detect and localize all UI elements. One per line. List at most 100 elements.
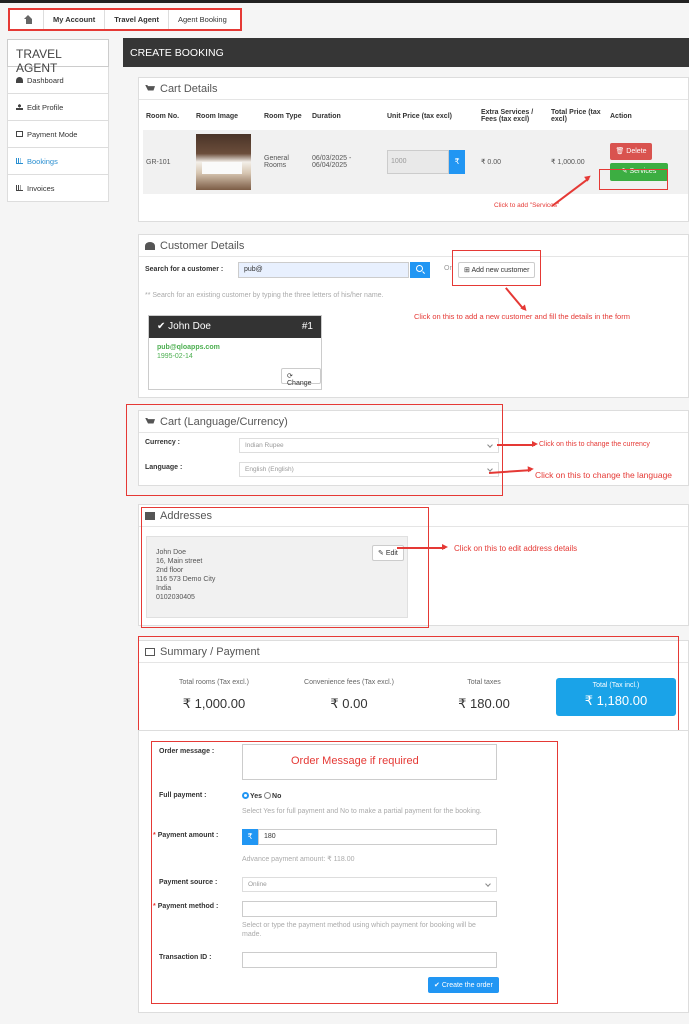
check-icon: ✔ (434, 982, 442, 989)
cart-icon (145, 417, 155, 424)
room-type: General Rooms (261, 130, 309, 194)
payment-amount-label: * Payment amount : (153, 832, 218, 839)
sidebar-item-label: Edit Profile (27, 102, 64, 112)
sidebar-item-label: Payment Mode (27, 129, 78, 139)
sidebar-item-bookings[interactable]: Bookings (7, 148, 109, 175)
transaction-id-label: Transaction ID : (159, 954, 212, 961)
order-message-label: Order message : (159, 748, 215, 755)
address-card: John Doe 16, Main street 2nd floor 116 5… (146, 536, 408, 618)
breadcrumb-my-account[interactable]: My Account (44, 10, 106, 29)
total-rooms-value: ₹ 1,000.00 (182, 696, 246, 711)
total-taxes-label: Total taxes (467, 679, 501, 686)
payment-method-input[interactable] (242, 901, 497, 917)
radio-icon (264, 792, 272, 799)
transaction-id-input[interactable] (242, 952, 497, 968)
payment-method-label: * Payment method : (153, 903, 218, 910)
cart-details-panel: Cart Details Room No. Room Image Room Ty… (138, 77, 689, 222)
full-payment-help: Select Yes for full payment and No to ma… (242, 808, 482, 815)
no-label: No (272, 793, 282, 800)
table-row: GR-101 General Rooms 06/03/2025 - 06/04/… (143, 130, 688, 194)
address-line: 2nd floor (156, 567, 184, 574)
change-label: Change (287, 380, 312, 387)
address-arrow (397, 544, 448, 550)
refresh-icon: ⟳ (287, 373, 293, 380)
address-line: 16, Main street (156, 558, 203, 565)
summary-header: Summary / Payment (139, 641, 688, 663)
order-message-annotation: Order Message if required (291, 755, 419, 767)
convenience-fees-value: ₹ 0.00 (330, 696, 368, 711)
customer-name-text: John Doe (168, 321, 211, 332)
unit-price-cell: 1000 ₹ (384, 130, 478, 194)
or-text: Or (444, 265, 452, 272)
currency-select[interactable]: Indian Rupee (239, 438, 499, 453)
home-icon (23, 15, 34, 24)
full-payment-radios: Yes No (242, 792, 281, 800)
total-taxes: Total taxes ₹ 180.00 (419, 679, 549, 712)
customer-dob: 1995-02-14 (157, 353, 193, 360)
customer-search-input[interactable]: pub@ (238, 262, 409, 278)
currency-annotation: Click on this to change the currency (539, 441, 650, 448)
services-annotation: Click to add "Services" (494, 202, 560, 209)
breadcrumb-travel-agent[interactable]: Travel Agent (105, 10, 169, 29)
search-label: Search for a customer : (145, 266, 224, 273)
full-payment-label: Full payment : (159, 792, 207, 799)
addresses-panel: Addresses John Doe 16, Main street 2nd f… (138, 504, 689, 626)
search-button[interactable] (410, 262, 430, 278)
services-label: Services (629, 168, 657, 175)
check-icon: ✔ (157, 321, 169, 332)
add-customer-annotation: Click on this to add a new customer and … (414, 312, 630, 321)
customer-card: ✔ John Doe #1 pub@qloapps.com 1995-02-14 … (148, 315, 322, 390)
currency-arrow (497, 441, 538, 447)
column-header: Room Type (264, 112, 302, 120)
breadcrumb-home[interactable] (14, 10, 44, 29)
add-new-customer-button[interactable]: ⊞ Add new customer (458, 262, 536, 278)
sidebar: TRAVEL AGENT Dashboard Edit Profile Paym… (7, 39, 109, 202)
column-header: Room Image (196, 112, 239, 120)
payment-source-select[interactable]: Online (242, 877, 497, 892)
extra-services: ₹ 0.00 (478, 130, 548, 194)
breadcrumb-agent-booking: Agent Booking (177, 15, 227, 24)
create-order-button[interactable]: ✔ Create the order (428, 977, 499, 993)
room-number: GR-101 (143, 130, 193, 194)
radio-icon (242, 792, 249, 799)
order-form-panel: Order message : Order Message if require… (138, 730, 689, 1013)
sidebar-item-label: Bookings (27, 156, 58, 166)
language-label: Language : (145, 464, 183, 471)
language-currency-title: Cart (Language/Currency) (160, 415, 288, 428)
envelope-icon (145, 511, 155, 520)
currency-symbol: ₹ (242, 829, 258, 845)
unit-price-input[interactable]: 1000 (387, 150, 449, 174)
sidebar-title: TRAVEL AGENT (7, 39, 109, 75)
summary-title: Summary / Payment (160, 645, 260, 658)
change-customer-button[interactable]: ⟳ Change (281, 368, 321, 387)
money-icon (16, 131, 23, 137)
services-button[interactable]: ✎ Services (610, 163, 668, 181)
language-currency-header: Cart (Language/Currency) (139, 411, 688, 433)
column-header: Action (610, 112, 632, 120)
payment-amount-input[interactable]: 180 (258, 829, 497, 845)
delete-button[interactable]: 🗑 Delete (610, 143, 652, 160)
address-line: 0102030405 (156, 594, 195, 601)
room-image-cell (193, 130, 261, 194)
bar-chart-icon (16, 185, 23, 191)
payment-amount-label-text: Payment amount : (157, 832, 219, 839)
cart-table: Room No. Room Image Room Type Duration U… (143, 102, 688, 194)
pencil-icon: ✎ (378, 550, 386, 557)
sidebar-item-payment-mode[interactable]: Payment Mode (7, 121, 109, 148)
room-image (196, 134, 251, 190)
create-order-label: Create the order (441, 982, 493, 989)
customer-details-header: Customer Details (139, 235, 688, 257)
total-rooms-label: Total rooms (Tax excl.) (178, 679, 250, 686)
sidebar-item-label: Invoices (27, 183, 55, 193)
top-bar (0, 0, 689, 3)
cart-icon (145, 84, 155, 91)
total-tax-incl-value: ₹ 1,180.00 (584, 693, 648, 708)
sidebar-item-invoices[interactable]: Invoices (7, 175, 109, 202)
search-help-text: ** Search for an existing customer by ty… (145, 292, 384, 299)
sidebar-item-edit-profile[interactable]: Edit Profile (7, 94, 109, 121)
language-select[interactable]: English (English) (239, 462, 499, 477)
dashboard-icon (16, 77, 23, 83)
currency-symbol: ₹ (449, 150, 465, 174)
full-payment-yes[interactable]: Yes (242, 792, 262, 800)
full-payment-no[interactable]: No (264, 792, 282, 800)
